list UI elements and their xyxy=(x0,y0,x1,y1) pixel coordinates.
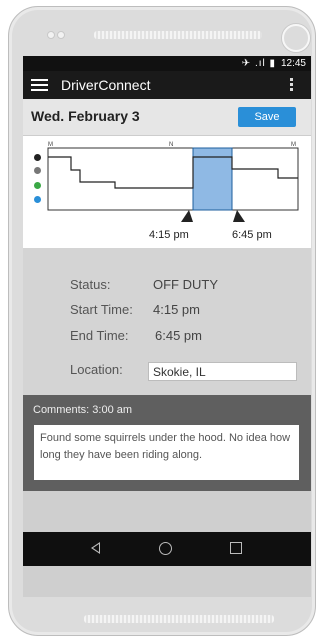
status-time: 12:45 xyxy=(280,58,306,69)
app-bar: DriverConnect xyxy=(23,71,311,99)
start-time-value[interactable]: 4:15 pm xyxy=(153,302,200,317)
end-time-label: End Time: xyxy=(70,328,129,343)
midnight-tick-label: M xyxy=(48,142,53,148)
comment-text[interactable]: Found some squirrels under the hood. No … xyxy=(34,425,299,480)
bottom-speaker xyxy=(84,615,274,623)
start-time-label: Start Time: xyxy=(70,302,133,317)
noon-tick-label: N xyxy=(169,142,173,148)
back-icon[interactable] xyxy=(91,542,100,554)
duty-status-chart: M N M 4:15 pm 6:45 pm xyxy=(23,136,311,248)
comments-section: Comments: 3:00 am Found some squirrels u… xyxy=(23,395,311,491)
status-details: Status: OFF DUTY Start Time: 4:15 pm End… xyxy=(23,248,311,395)
earpiece-speaker xyxy=(94,31,262,39)
save-button[interactable]: Save xyxy=(238,107,296,127)
graph-frame xyxy=(47,147,299,211)
location-label: Location: xyxy=(70,362,123,377)
recent-apps-icon[interactable] xyxy=(230,542,242,554)
current-date: Wed. February 3 xyxy=(31,108,140,124)
android-nav-bar xyxy=(23,532,311,566)
date-header: Wed. February 3 Save xyxy=(23,99,311,136)
end-time-value[interactable]: 6:45 pm xyxy=(155,328,202,343)
overflow-menu-icon[interactable] xyxy=(290,78,293,94)
midnight-end-tick-label: M xyxy=(291,142,296,148)
sensor-dot xyxy=(47,31,55,39)
hamburger-menu-icon[interactable] xyxy=(31,79,48,91)
range-start-handle-icon[interactable] xyxy=(181,210,193,222)
status-icons: ✈ .ıl ▮ xyxy=(241,58,276,69)
front-camera-ring xyxy=(282,24,310,52)
range-start-label: 4:15 pm xyxy=(149,229,189,241)
comments-header: Comments: 3:00 am xyxy=(33,404,133,416)
status-label: Status: xyxy=(70,277,111,292)
range-end-handle-icon[interactable] xyxy=(233,210,245,222)
location-field[interactable]: Skokie, IL xyxy=(148,362,297,381)
status-value: OFF DUTY xyxy=(153,277,218,292)
status-bar: ✈ .ıl ▮ 12:45 xyxy=(23,56,311,71)
home-icon[interactable] xyxy=(159,542,172,555)
range-end-label: 6:45 pm xyxy=(232,229,272,241)
phone-screen: ✈ .ıl ▮ 12:45 DriverConnect Wed. Februar… xyxy=(23,56,311,597)
app-title: DriverConnect xyxy=(61,77,151,93)
sensor-dot xyxy=(57,31,65,39)
